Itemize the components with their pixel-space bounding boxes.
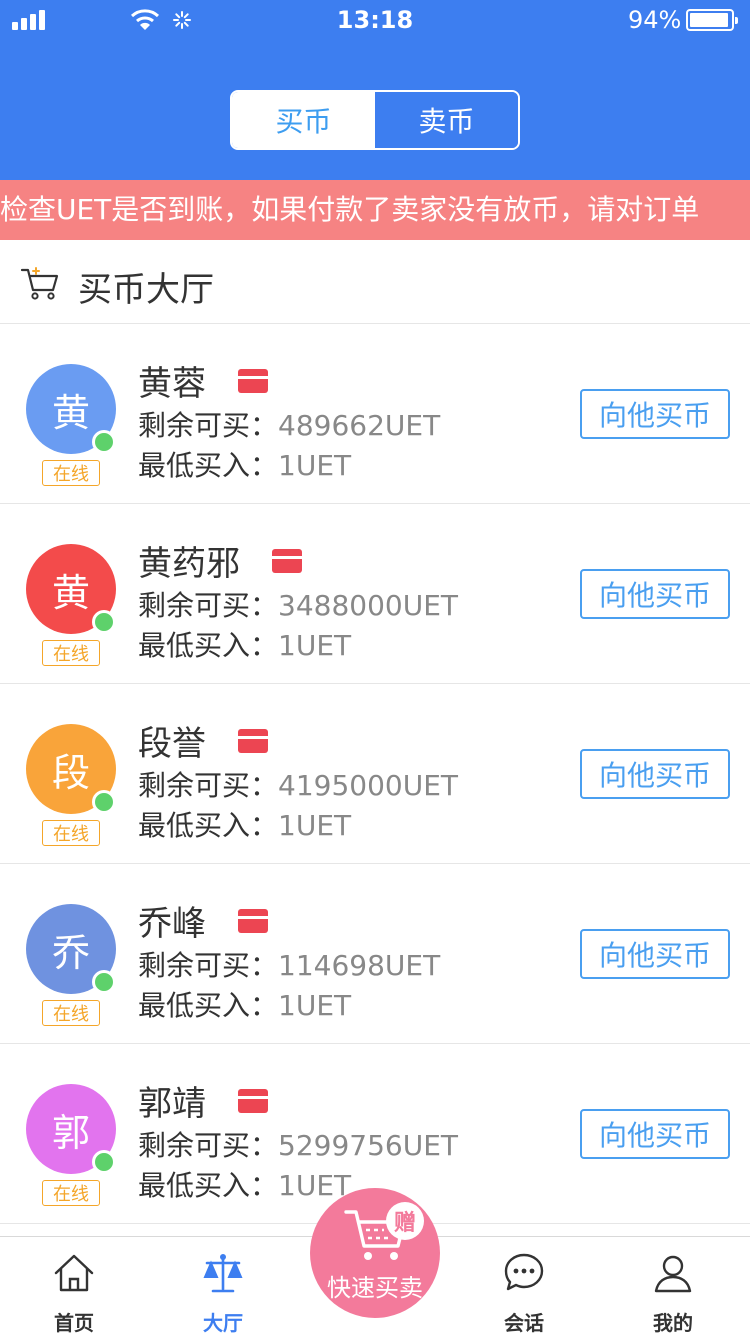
hall-header: 买币大厅 [0,240,750,324]
remaining-line: 剩余可买：489662UET [138,404,440,444]
remaining-value: 4195000UET [278,769,459,802]
remaining-label: 剩余可买： [138,409,279,442]
online-badge: 在线 [42,640,100,666]
buy-sell-switch: 买币 卖币 [230,90,520,150]
online-dot [92,610,116,634]
seller-row: 黄在线 黄药邪 剩余可买：3488000UET 最低买入：1UET 向他买币 [0,504,750,684]
hall-title: 买币大厅 [78,270,214,310]
tab-buy[interactable]: 买币 [232,92,375,148]
seller-name-line: 郭靖 [138,1076,268,1125]
tab-sell[interactable]: 卖币 [375,92,518,148]
online-badge: 在线 [42,820,100,846]
remaining-label: 剩余可买： [138,589,279,622]
tab-mine[interactable]: 我的 [623,1237,723,1334]
seller-list: 黄在线 黄蓉 剩余可买：489662UET 最低买入：1UET 向他买币黄在线 黄药邪 剩余… [0,324,750,1224]
remaining-line: 剩余可买：4195000UET [138,764,458,804]
buy-from-seller-button[interactable]: 向他买币 [580,749,730,799]
online-badge: 在线 [42,1180,100,1206]
seller-name-line: 黄蓉 [138,356,268,405]
remaining-label: 剩余可买： [138,769,279,802]
header: 13:18 94% 买币 卖币 [0,0,750,180]
min-buy-line: 最低买入：1UET [138,804,351,844]
remaining-value: 114698UET [278,949,441,982]
status-bar: 13:18 94% [0,0,750,40]
min-buy-line: 最低买入：1UET [138,444,351,484]
remaining-label: 剩余可买： [138,949,279,982]
online-dot [92,1150,116,1174]
seller-name: 黄蓉 [138,364,206,404]
min-buy-value: 1UET [278,989,352,1022]
seller-row: 段在线 段誉 剩余可买：4195000UET 最低买入：1UET 向他买币 [0,684,750,864]
scale-icon [203,1254,243,1293]
min-buy-label: 最低买入： [138,629,279,662]
profile-icon [654,1255,692,1293]
buy-from-seller-button[interactable]: 向他买币 [580,929,730,979]
remaining-line: 剩余可买：3488000UET [138,584,458,624]
remaining-label: 剩余可买： [138,1129,279,1162]
buy-from-seller-button[interactable]: 向他买币 [580,1109,730,1159]
tab-home[interactable]: 首页 [24,1237,124,1334]
min-buy-label: 最低买入： [138,809,279,842]
min-buy-line: 最低买入：1UET [138,624,351,664]
seller-name-line: 段誉 [138,716,268,765]
buy-from-seller-button[interactable]: 向他买币 [580,569,730,619]
battery-percent: 94% [628,6,682,34]
notice-text: 检查UET是否到账，如果付款了卖家没有放币，请对订单 [0,193,700,226]
min-buy-line: 最低买入：1UET [138,1164,351,1204]
remaining-value: 5299756UET [278,1129,459,1162]
remaining-line: 剩余可买：114698UET [138,944,440,984]
online-dot [92,970,116,994]
bank-card-icon [272,548,302,573]
min-buy-label: 最低买入： [138,989,279,1022]
seller-name: 黄药邪 [138,544,240,584]
bank-card-icon [238,728,268,753]
notice-marquee: 检查UET是否到账，如果付款了卖家没有放币，请对订单 [0,180,750,240]
tab-chat[interactable]: 会话 [474,1237,574,1334]
buy-from-seller-button[interactable]: 向他买币 [580,389,730,439]
seller-name-line: 乔峰 [138,896,268,945]
seller-name-line: 黄药邪 [138,536,302,585]
min-buy-value: 1UET [278,629,352,662]
quick-trade-button[interactable]: 赠 快速买卖 [310,1188,440,1318]
bank-card-icon [238,1088,268,1113]
seller-name: 段誉 [138,724,206,764]
seller-name: 郭靖 [138,1084,206,1124]
bank-card-icon [238,908,268,933]
min-buy-label: 最低买入： [138,449,279,482]
tab-hall[interactable]: 大厅 [173,1237,273,1334]
online-dot [92,790,116,814]
tab-label: 大厅 [203,1311,243,1334]
cart-icon [20,267,59,300]
seller-name: 乔峰 [138,904,206,944]
tab-label: 会话 [504,1311,544,1334]
min-buy-label: 最低买入： [138,1169,279,1202]
quick-trade-label: 快速买卖 [327,1274,423,1302]
chat-icon [504,1253,544,1291]
online-dot [92,430,116,454]
tab-label: 我的 [653,1311,693,1334]
min-buy-line: 最低买入：1UET [138,984,351,1024]
min-buy-value: 1UET [278,809,352,842]
bank-card-icon [238,368,268,393]
battery-icon [686,9,738,31]
min-buy-value: 1UET [278,449,352,482]
tab-label: 首页 [54,1311,94,1334]
home-icon [54,1254,94,1292]
remaining-value: 489662UET [278,409,441,442]
online-badge: 在线 [42,460,100,486]
remaining-value: 3488000UET [278,589,459,622]
online-badge: 在线 [42,1000,100,1026]
gift-badge: 赠 [386,1202,424,1240]
seller-row: 乔在线 乔峰 剩余可买：114698UET 最低买入：1UET 向他买币 [0,864,750,1044]
seller-row: 黄在线 黄蓉 剩余可买：489662UET 最低买入：1UET 向他买币 [0,324,750,504]
remaining-line: 剩余可买：5299756UET [138,1124,458,1164]
